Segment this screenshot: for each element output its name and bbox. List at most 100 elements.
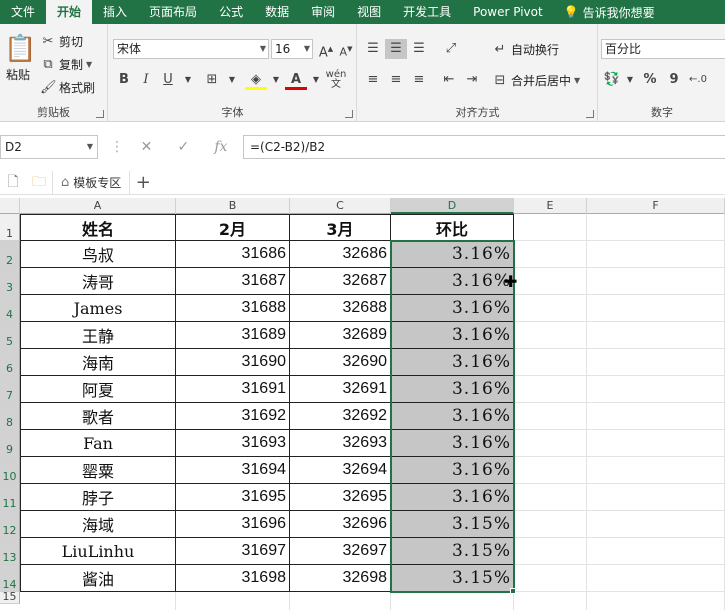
font-size-select[interactable]: 16 ▼ — [271, 39, 313, 59]
empty-cell[interactable] — [587, 295, 725, 322]
name-cell[interactable]: 鸟叔 — [20, 241, 176, 268]
mar-cell[interactable]: 32692 — [290, 403, 391, 430]
border-icon[interactable]: ⊞ — [201, 70, 223, 90]
empty-cell[interactable] — [514, 349, 587, 376]
tab-2[interactable]: 插入 — [92, 0, 138, 24]
ratio-cell[interactable]: 3.16% — [391, 457, 514, 484]
feb-cell[interactable]: 31686 — [176, 241, 290, 268]
empty-cell[interactable] — [587, 565, 725, 592]
increase-decimal-icon[interactable]: ←.0 — [687, 70, 709, 90]
row-header-6[interactable]: 6 — [0, 349, 20, 376]
feb-cell[interactable]: 31688 — [176, 295, 290, 322]
phonetic-icon[interactable]: wén 文 — [325, 70, 347, 90]
tab-7[interactable]: 视图 — [346, 0, 392, 24]
fill-handle[interactable] — [510, 588, 516, 594]
merge-center-button[interactable]: ⊟ 合并后居中 ▼ — [492, 72, 581, 89]
mar-cell[interactable]: 32696 — [290, 511, 391, 538]
empty-cell[interactable] — [587, 349, 725, 376]
empty-cell[interactable] — [514, 484, 587, 511]
paste-button[interactable]: 📋 粘贴 — [4, 34, 36, 83]
feb-cell[interactable]: 31692 — [176, 403, 290, 430]
comma-style-button[interactable]: 9 — [663, 70, 685, 90]
empty-cell[interactable] — [587, 268, 725, 295]
tab-1[interactable]: 开始 — [46, 0, 93, 24]
increase-font-icon[interactable]: A▲ — [315, 39, 337, 60]
column-header-B[interactable]: B — [176, 198, 290, 214]
percent-button[interactable]: % — [639, 70, 661, 90]
tab-9[interactable]: Power Pivot — [462, 0, 554, 24]
header-cell[interactable]: 环比 — [391, 214, 514, 241]
wrap-text-button[interactable]: ↵ 自动换行 — [492, 41, 559, 58]
empty-cell[interactable] — [514, 376, 587, 403]
empty-cell[interactable] — [514, 538, 587, 565]
insert-function-icon[interactable]: fx — [214, 139, 227, 155]
mar-cell[interactable]: 32693 — [290, 430, 391, 457]
chevron-down-icon[interactable]: ▼ — [221, 70, 243, 90]
empty-cell[interactable] — [587, 322, 725, 349]
tab-3[interactable]: 页面布局 — [138, 0, 208, 24]
feb-cell[interactable]: 31696 — [176, 511, 290, 538]
feb-cell[interactable]: 31693 — [176, 430, 290, 457]
align-bottom-icon[interactable]: ☰ — [408, 39, 430, 59]
tab-8[interactable]: 开发工具 — [392, 0, 462, 24]
name-cell[interactable]: James — [20, 295, 176, 322]
decrease-indent-icon[interactable]: ⇤ — [438, 70, 460, 90]
row-header-2[interactable]: 2 — [0, 241, 20, 268]
mar-cell[interactable]: 32689 — [290, 322, 391, 349]
empty-cell[interactable] — [391, 592, 514, 610]
empty-cell[interactable] — [514, 457, 587, 484]
name-cell[interactable]: LiuLinhu — [20, 538, 176, 565]
chevron-down-icon[interactable]: ▼ — [86, 60, 92, 69]
empty-cell[interactable] — [514, 403, 587, 430]
empty-cell[interactable] — [587, 592, 725, 610]
chevron-down-icon[interactable]: ▼ — [177, 70, 199, 90]
empty-cell[interactable] — [587, 538, 725, 565]
name-cell[interactable]: 阿夏 — [20, 376, 176, 403]
empty-cell[interactable] — [587, 241, 725, 268]
header-cell[interactable]: 2月 — [176, 214, 290, 241]
empty-cell[interactable] — [514, 511, 587, 538]
cancel-icon[interactable]: ✕ — [141, 139, 153, 155]
row-header-14[interactable]: 14 — [0, 565, 20, 592]
column-header-C[interactable]: C — [290, 198, 391, 214]
row-header-8[interactable]: 8 — [0, 403, 20, 430]
clipboard-launcher-icon[interactable] — [96, 110, 104, 118]
empty-cell[interactable] — [514, 322, 587, 349]
name-cell[interactable]: 海南 — [20, 349, 176, 376]
empty-cell[interactable] — [587, 430, 725, 457]
mar-cell[interactable]: 32686 — [290, 241, 391, 268]
ratio-cell[interactable]: 3.16% — [391, 430, 514, 457]
empty-cell[interactable] — [514, 295, 587, 322]
align-right-icon[interactable]: ≡ — [408, 70, 430, 90]
name-cell[interactable]: 王静 — [20, 322, 176, 349]
italic-button[interactable]: I — [135, 70, 157, 90]
increase-indent-icon[interactable]: ⇥ — [461, 70, 483, 90]
empty-cell[interactable] — [587, 484, 725, 511]
empty-cell[interactable] — [587, 403, 725, 430]
ratio-cell[interactable]: 3.16% — [391, 322, 514, 349]
ratio-cell[interactable]: 3.15% — [391, 565, 514, 592]
copy-button[interactable]: ⧉ 复制 ▼ — [40, 56, 92, 73]
feb-cell[interactable]: 31697 — [176, 538, 290, 565]
name-cell[interactable]: 罂粟 — [20, 457, 176, 484]
row-header-1[interactable]: 1 — [0, 214, 20, 241]
align-center-icon[interactable]: ≡ — [385, 70, 407, 90]
empty-cell[interactable] — [514, 565, 587, 592]
column-header-F[interactable]: F — [587, 198, 725, 214]
mar-cell[interactable]: 32688 — [290, 295, 391, 322]
mar-cell[interactable]: 32695 — [290, 484, 391, 511]
align-middle-icon[interactable]: ☰ — [385, 39, 407, 59]
empty-cell[interactable] — [587, 376, 725, 403]
row-header-4[interactable]: 4 — [0, 295, 20, 322]
mar-cell[interactable]: 32697 — [290, 538, 391, 565]
decrease-font-icon[interactable]: A▼ — [335, 39, 357, 59]
ratio-cell[interactable]: 3.16% — [391, 376, 514, 403]
row-header-13[interactable]: 13 — [0, 538, 20, 565]
empty-cell[interactable] — [514, 241, 587, 268]
font-color-icon[interactable]: A — [285, 70, 307, 90]
ratio-cell[interactable]: 3.15% — [391, 511, 514, 538]
empty-cell[interactable] — [176, 592, 290, 610]
tell-me-search[interactable]: 💡 告诉我你想要 — [564, 4, 655, 21]
tab-6[interactable]: 审阅 — [300, 0, 346, 24]
row-header-9[interactable]: 9 — [0, 430, 20, 457]
